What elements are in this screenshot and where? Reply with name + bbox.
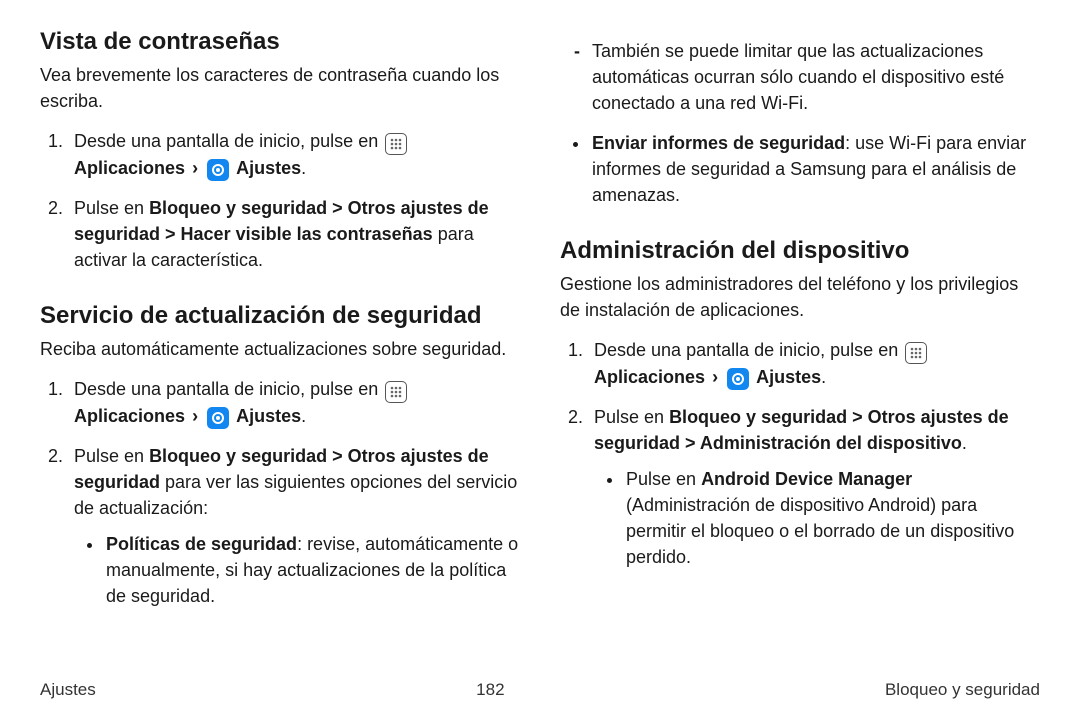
steps-password-view: Desde una pantalla de inicio, pulse en A… (40, 128, 520, 273)
step-1: Desde una pantalla de inicio, pulse en A… (68, 128, 520, 181)
footer-left: Ajustes (40, 680, 96, 700)
step-2-pre: Pulse en (74, 446, 149, 466)
heading-security-update: Servicio de actualización de seguridad (40, 302, 520, 330)
dash-list-wifi: También se puede limitar que las actuali… (560, 38, 1040, 116)
apps-label: Aplicaciones (594, 367, 705, 387)
bullet-adm: Pulse en Android Device Manager (Adminis… (624, 466, 1040, 570)
step-2-pre: Pulse en (594, 407, 669, 427)
apps-icon (905, 342, 927, 364)
heading-password-view: Vista de contraseñas (40, 28, 520, 56)
step-1-text-pre: Desde una pantalla de inicio, pulse en (74, 131, 383, 151)
footer-right: Bloqueo y seguridad (885, 680, 1040, 700)
step-2: Pulse en Bloqueo y seguridad > Otros aju… (68, 443, 520, 610)
two-column-layout: Vista de contraseñas Vea brevemente los … (40, 28, 1040, 623)
gear-icon (207, 407, 229, 429)
intro-device-admin: Gestione los administradores del teléfon… (560, 271, 1040, 323)
bullet-adm-post: (Administración de dispositivo Android) … (626, 495, 1014, 567)
page: Vista de contraseñas Vea brevemente los … (0, 0, 1080, 720)
footer-page-number: 182 (476, 680, 504, 700)
bullet-send-reports-bold: Enviar informes de seguridad (592, 133, 845, 153)
bullet-policies-bold: Políticas de seguridad (106, 534, 297, 554)
intro-security-update: Reciba automáticamente actualizaciones s… (40, 336, 520, 362)
bullets-security-reports: Enviar informes de seguridad: use Wi-Fi … (560, 130, 1040, 208)
chevron-right-icon: › (192, 158, 198, 178)
step-2: Pulse en Bloqueo y seguridad > Otros aju… (68, 195, 520, 273)
apps-label: Aplicaciones (74, 158, 185, 178)
settings-label: Ajustes (236, 158, 301, 178)
bullet-adm-bold: Android Device Manager (701, 469, 912, 489)
chevron-right-icon: › (712, 367, 718, 387)
bullets-security-update: Políticas de seguridad: revise, automáti… (74, 531, 520, 609)
steps-device-admin: Desde una pantalla de inicio, pulse en A… (560, 337, 1040, 571)
step-1-text-pre: Desde una pantalla de inicio, pulse en (74, 379, 383, 399)
step-1: Desde una pantalla de inicio, pulse en A… (588, 337, 1040, 390)
left-column: Vista de contraseñas Vea brevemente los … (40, 28, 520, 623)
step-1-text-pre: Desde una pantalla de inicio, pulse en (594, 340, 903, 360)
settings-label: Ajustes (756, 367, 821, 387)
step-2-pre: Pulse en (74, 198, 149, 218)
intro-password-view: Vea brevemente los caracteres de contras… (40, 62, 520, 114)
settings-label: Ajustes (236, 406, 301, 426)
bullet-adm-pre: Pulse en (626, 469, 701, 489)
page-footer: Ajustes 182 Bloqueo y seguridad (40, 680, 1040, 700)
bullet-send-reports: Enviar informes de seguridad: use Wi-Fi … (590, 130, 1040, 208)
step-1: Desde una pantalla de inicio, pulse en A… (68, 376, 520, 429)
heading-device-admin: Administración del dispositivo (560, 237, 1040, 265)
bullet-policies: Políticas de seguridad: revise, automáti… (104, 531, 520, 609)
dash-item-wifi: También se puede limitar que las actuali… (590, 38, 1040, 116)
step-2: Pulse en Bloqueo y seguridad > Otros aju… (588, 404, 1040, 571)
bullets-device-admin: Pulse en Android Device Manager (Adminis… (594, 466, 1040, 570)
steps-security-update: Desde una pantalla de inicio, pulse en A… (40, 376, 520, 610)
gear-icon (727, 368, 749, 390)
apps-icon (385, 133, 407, 155)
right-column: También se puede limitar que las actuali… (560, 28, 1040, 623)
gear-icon (207, 159, 229, 181)
apps-icon (385, 381, 407, 403)
chevron-right-icon: › (192, 406, 198, 426)
apps-label: Aplicaciones (74, 406, 185, 426)
